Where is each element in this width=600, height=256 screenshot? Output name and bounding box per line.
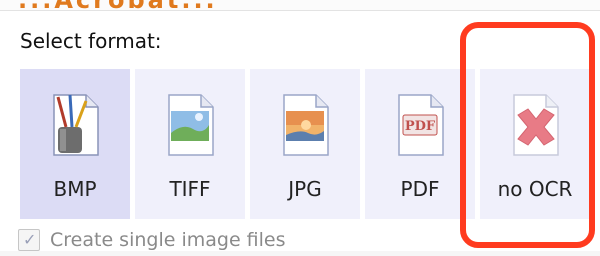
format-tile-pdf[interactable]: PDF PDF bbox=[365, 69, 475, 219]
jpg-image-file-icon bbox=[283, 94, 329, 156]
checkmark-icon: ✓ bbox=[23, 230, 37, 249]
format-panel: Select format: BMP TIFF JPG PDF PDF no O… bbox=[0, 10, 600, 251]
format-tile-tiff[interactable]: TIFF bbox=[135, 69, 245, 219]
pdf-file-icon: PDF bbox=[398, 94, 444, 156]
tiff-image-file-icon bbox=[168, 94, 214, 156]
select-format-heading: Select format: bbox=[20, 29, 162, 53]
format-label-no-ocr: no OCR bbox=[497, 177, 573, 201]
single-files-label: Create single image files bbox=[50, 229, 286, 251]
single-files-option[interactable]: ✓ Create single image files bbox=[18, 224, 286, 256]
format-label-jpg: JPG bbox=[288, 177, 322, 201]
format-tile-bmp[interactable]: BMP bbox=[20, 69, 130, 219]
format-tile-no-ocr[interactable]: no OCR bbox=[480, 69, 590, 219]
format-tiles: BMP TIFF JPG PDF PDF no OCR bbox=[20, 69, 592, 219]
format-label-pdf: PDF bbox=[400, 177, 440, 201]
svg-text:PDF: PDF bbox=[405, 119, 436, 134]
no-ocr-red-x-icon bbox=[513, 94, 559, 156]
bmp-paint-file-icon bbox=[53, 94, 99, 156]
format-label-tiff: TIFF bbox=[169, 177, 211, 201]
format-tile-jpg[interactable]: JPG bbox=[250, 69, 360, 219]
single-files-checkbox[interactable]: ✓ bbox=[18, 229, 40, 251]
format-label-bmp: BMP bbox=[53, 177, 97, 201]
